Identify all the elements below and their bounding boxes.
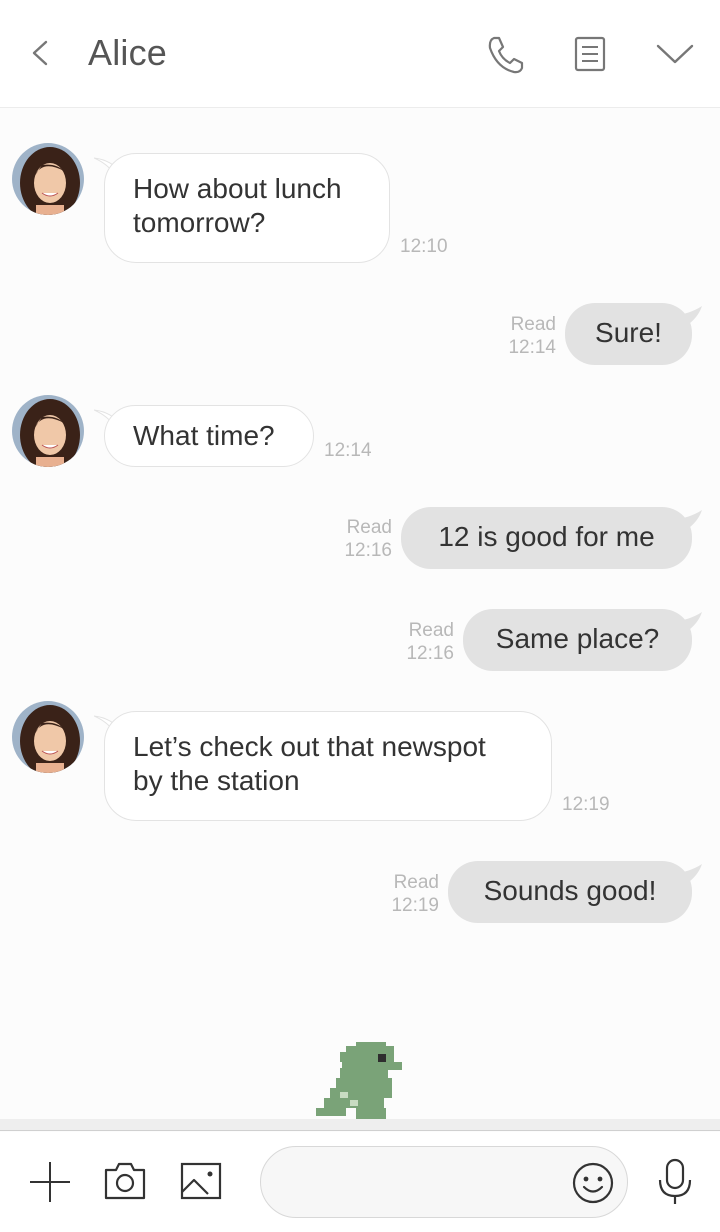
outgoing-message-bubble[interactable]: Sounds good! [448,861,692,923]
notes-button[interactable] [565,30,615,78]
call-button[interactable] [480,30,530,78]
chevron-down-icon [656,44,694,64]
message-meta: Read 12:19 [383,871,439,917]
outgoing-message-bubble[interactable]: Same place? [463,609,692,671]
note-icon [574,36,606,72]
bubble-tail [672,510,702,530]
message-time: 12:19 [391,895,439,916]
incoming-message-bubble[interactable]: How about lunch tomorrow? [104,153,390,263]
message-text-line: by the station [133,765,300,796]
gallery-button[interactable] [178,1158,224,1204]
message-meta: Read 12:16 [336,516,392,562]
outgoing-message-bubble[interactable]: 12 is good for me [401,507,692,569]
contact-avatar[interactable] [12,701,84,773]
bubble-tail [672,612,702,632]
add-button[interactable] [26,1158,74,1206]
smiley-icon [572,1162,614,1204]
chat-header: Alice [0,0,720,108]
bubble-tail [672,306,702,326]
message-text: 12 is good for me [438,521,655,552]
bubble-tail [672,864,702,884]
emoji-button[interactable] [570,1160,616,1206]
message-text-line: How about lunch [133,173,342,204]
message-time: 12:14 [508,337,556,358]
dinosaur-mascot-icon [316,1042,402,1122]
message-time: 12:14 [324,440,372,461]
menu-dropdown-button[interactable] [650,30,700,78]
read-receipt: Read [510,314,556,335]
image-icon [180,1162,222,1200]
read-receipt: Read [346,517,392,538]
message-text: Same place? [495,623,660,654]
message-time: 12:19 [562,794,610,815]
message-text-line: Let’s check out that newspot [133,731,486,762]
message-text: Sounds good! [483,875,657,906]
message-text-line: tomorrow? [133,207,266,238]
voice-input-button[interactable] [652,1156,698,1208]
avatar-photo [12,143,84,215]
message-meta: Read 12:14 [500,313,556,359]
message-time: 12:16 [406,643,454,664]
chevron-left-icon [32,40,48,66]
avatar-photo [12,395,84,467]
camera-icon [104,1162,146,1200]
back-button[interactable] [24,30,60,76]
incoming-message-bubble[interactable]: What time? [104,405,314,467]
read-receipt: Read [393,872,439,893]
contact-avatar[interactable] [12,143,84,215]
message-time: 12:16 [344,540,392,561]
plus-icon [30,1162,70,1202]
camera-button[interactable] [102,1158,148,1204]
message-meta: Read 12:16 [398,619,454,665]
chat-title: Alice [88,32,168,73]
read-receipt: Read [408,620,454,641]
message-composer [0,1132,720,1232]
contact-avatar[interactable] [12,395,84,467]
message-text: Sure! [595,317,662,348]
message-list[interactable]: How about lunch tomorrow? 12:10 Read 12:… [0,108,720,1120]
message-time: 12:10 [400,236,448,257]
message-text: What time? [133,420,275,451]
phone-icon [488,36,524,74]
avatar-photo [12,701,84,773]
incoming-message-bubble[interactable]: Let’s check out that newspot by the stat… [104,711,552,821]
microphone-icon [658,1158,692,1204]
composer-divider [0,1119,720,1131]
